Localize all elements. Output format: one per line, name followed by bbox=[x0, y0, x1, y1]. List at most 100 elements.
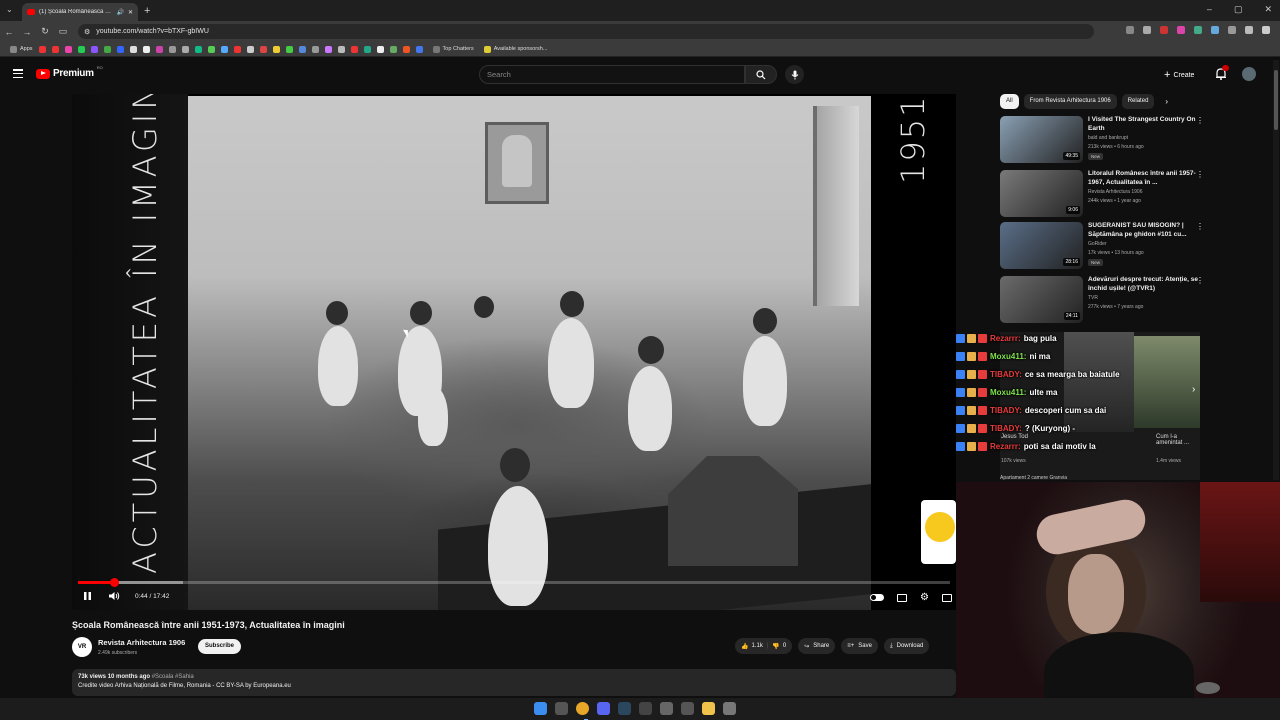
bookmark-icon[interactable] bbox=[233, 45, 241, 53]
autoplay-toggle[interactable] bbox=[870, 594, 885, 601]
recommendation-item[interactable]: 24:11 Adevăruri despre trecut: Atenție, … bbox=[1000, 276, 1205, 326]
subscribe-button[interactable]: Subscribe bbox=[198, 639, 242, 654]
bookmark-icon[interactable] bbox=[272, 45, 280, 53]
new-tab-icon[interactable]: + bbox=[144, 5, 150, 17]
page-scrollbar[interactable] bbox=[1273, 60, 1279, 480]
recommendation-channel[interactable]: Revista Arhitectura 1906 bbox=[1088, 189, 1142, 195]
windows-start-icon[interactable] bbox=[534, 702, 547, 715]
tiktok-bookmark-icon[interactable] bbox=[142, 45, 150, 53]
recommendation-title[interactable]: SUGERANIST SAU MISOGIN? | Săptămâna pe g… bbox=[1088, 222, 1198, 239]
instagram-bookmark-icon[interactable] bbox=[64, 45, 72, 53]
bookmark-sponsorship[interactable]: Available sponsorsh... bbox=[483, 45, 547, 53]
maximize-icon[interactable]: ▢ bbox=[1234, 4, 1243, 15]
bookmark-icon[interactable] bbox=[103, 45, 111, 53]
more-options-icon[interactable]: ⋮ bbox=[1196, 116, 1204, 125]
search-input[interactable]: Search bbox=[479, 65, 745, 84]
chrome-taskbar-icon[interactable] bbox=[576, 702, 589, 715]
chip-all[interactable]: All bbox=[1000, 94, 1019, 109]
hashtags[interactable]: #Scoala #Sahia bbox=[152, 674, 194, 680]
bookmark-icon[interactable] bbox=[376, 45, 384, 53]
chip-related[interactable]: Related bbox=[1121, 94, 1155, 109]
bookmark-icon[interactable] bbox=[402, 45, 410, 53]
bookmark-icon[interactable] bbox=[38, 45, 46, 53]
chevron-right-icon[interactable]: › bbox=[1165, 97, 1168, 106]
site-info-icon[interactable]: ⚙ bbox=[84, 28, 90, 36]
bookmark-icon[interactable] bbox=[415, 45, 423, 53]
star-icon[interactable] bbox=[1143, 26, 1151, 34]
extension-icon[interactable] bbox=[1177, 26, 1185, 34]
youtube-bookmark-icon[interactable] bbox=[51, 45, 59, 53]
whatsapp-bookmark-icon[interactable] bbox=[77, 45, 85, 53]
bookmark-top-chatters[interactable]: Top Chatters bbox=[432, 45, 474, 53]
more-options-icon[interactable]: ⋮ bbox=[1196, 170, 1204, 179]
bookmark-icon[interactable] bbox=[363, 45, 371, 53]
bookmark-icon[interactable] bbox=[285, 45, 293, 53]
youtube-logo[interactable]: Premium RO bbox=[36, 65, 103, 79]
forward-icon[interactable]: → bbox=[18, 27, 36, 37]
recommendation-item[interactable]: 9:06 Litoralul Românesc între anii 1957-… bbox=[1000, 170, 1205, 220]
save-button[interactable]: ≡+ Save bbox=[841, 638, 878, 654]
bookmark-apps[interactable]: Apps bbox=[10, 45, 33, 53]
dislike-button[interactable]: 👎 0 bbox=[772, 643, 786, 650]
menu-icon[interactable] bbox=[13, 69, 23, 78]
cast-icon[interactable] bbox=[1126, 26, 1134, 34]
recommendation-channel[interactable]: GoRider bbox=[1088, 241, 1107, 247]
tab-close-icon[interactable]: ✕ bbox=[128, 9, 133, 16]
recommendation-channel[interactable]: TVR bbox=[1088, 295, 1098, 301]
extension-icon[interactable] bbox=[1211, 26, 1219, 34]
minimize-icon[interactable]: – bbox=[1207, 4, 1212, 15]
like-button[interactable]: 👍 1.1k bbox=[741, 643, 763, 650]
miniplayer-icon[interactable] bbox=[942, 593, 952, 602]
bookmark-icon[interactable] bbox=[155, 45, 163, 53]
taskbar-app-icon[interactable] bbox=[660, 702, 673, 715]
recommendation-title[interactable]: I Visited The Strangest Country On Earth bbox=[1088, 116, 1198, 133]
chip-from-channel[interactable]: From Revista Arhitectura 1906 bbox=[1023, 94, 1117, 109]
more-options-icon[interactable]: ⋮ bbox=[1196, 276, 1204, 285]
bookmark-icon[interactable] bbox=[181, 45, 189, 53]
bookmark-icon[interactable] bbox=[207, 45, 215, 53]
share-button[interactable]: ↪ Share bbox=[798, 638, 836, 654]
tab-search-icon[interactable]: ⌄ bbox=[6, 5, 13, 14]
tab-audio-icon[interactable]: 🔊 bbox=[116, 9, 123, 16]
extension-icon[interactable] bbox=[1194, 26, 1202, 34]
search-button[interactable] bbox=[745, 65, 777, 84]
user-avatar[interactable] bbox=[1242, 67, 1256, 81]
bookmark-icon[interactable] bbox=[350, 45, 358, 53]
progress-bar[interactable] bbox=[78, 578, 950, 587]
discord-taskbar-icon[interactable] bbox=[597, 702, 610, 715]
more-options-icon[interactable]: ⋮ bbox=[1196, 222, 1204, 231]
profile-icon[interactable] bbox=[1245, 26, 1253, 34]
close-window-icon[interactable]: ✕ bbox=[1264, 4, 1272, 15]
video-thumbnail[interactable]: 24:11 bbox=[1000, 276, 1083, 323]
bookmark-icon[interactable] bbox=[259, 45, 267, 53]
extension-icon[interactable] bbox=[1228, 26, 1236, 34]
taskbar-search-icon[interactable] bbox=[555, 702, 568, 715]
taskbar-app-icon[interactable] bbox=[639, 702, 652, 715]
recommendation-item[interactable]: 49:35 I Visited The Strangest Country On… bbox=[1000, 116, 1205, 166]
recommendation-title[interactable]: Adevăruri despre trecut: Atenție, se înc… bbox=[1088, 276, 1198, 293]
bookmark-icon[interactable] bbox=[311, 45, 319, 53]
reload-icon[interactable]: ↻ bbox=[36, 26, 54, 37]
back-icon[interactable]: ← bbox=[0, 27, 18, 37]
bookmark-icon[interactable] bbox=[220, 45, 228, 53]
bookmark-icon[interactable] bbox=[194, 45, 202, 53]
bookmark-icon[interactable] bbox=[324, 45, 332, 53]
volume-icon[interactable] bbox=[108, 591, 120, 601]
video-thumbnail[interactable]: 9:06 bbox=[1000, 170, 1083, 217]
facebook-bookmark-icon[interactable] bbox=[116, 45, 124, 53]
omnibox[interactable]: ⚙ youtube.com/watch?v=bTXF-gbIWU bbox=[78, 24, 1094, 39]
subtitles-icon[interactable] bbox=[897, 593, 908, 602]
twitch-bookmark-icon[interactable] bbox=[90, 45, 98, 53]
video-player[interactable]: ACTUALITATEA ÎN IMAGINI 1951 0:44 / 17:4… bbox=[72, 94, 956, 610]
channel-name[interactable]: Revista Arhitectura 1906 bbox=[98, 638, 185, 647]
obs-taskbar-icon[interactable] bbox=[723, 702, 736, 715]
recommendation-title[interactable]: Litoralul Românesc între anii 1957-1967,… bbox=[1088, 170, 1198, 187]
settings-gear-icon[interactable]: ⚙ bbox=[920, 592, 929, 603]
extension-icon[interactable] bbox=[1160, 26, 1168, 34]
file-explorer-icon[interactable] bbox=[702, 702, 715, 715]
sidebar-icon[interactable]: ▭ bbox=[54, 26, 72, 37]
browser-menu-icon[interactable] bbox=[1262, 26, 1270, 34]
bookmark-icon[interactable] bbox=[337, 45, 345, 53]
voice-search-button[interactable] bbox=[785, 65, 804, 84]
scrollbar-thumb[interactable] bbox=[1274, 70, 1278, 130]
